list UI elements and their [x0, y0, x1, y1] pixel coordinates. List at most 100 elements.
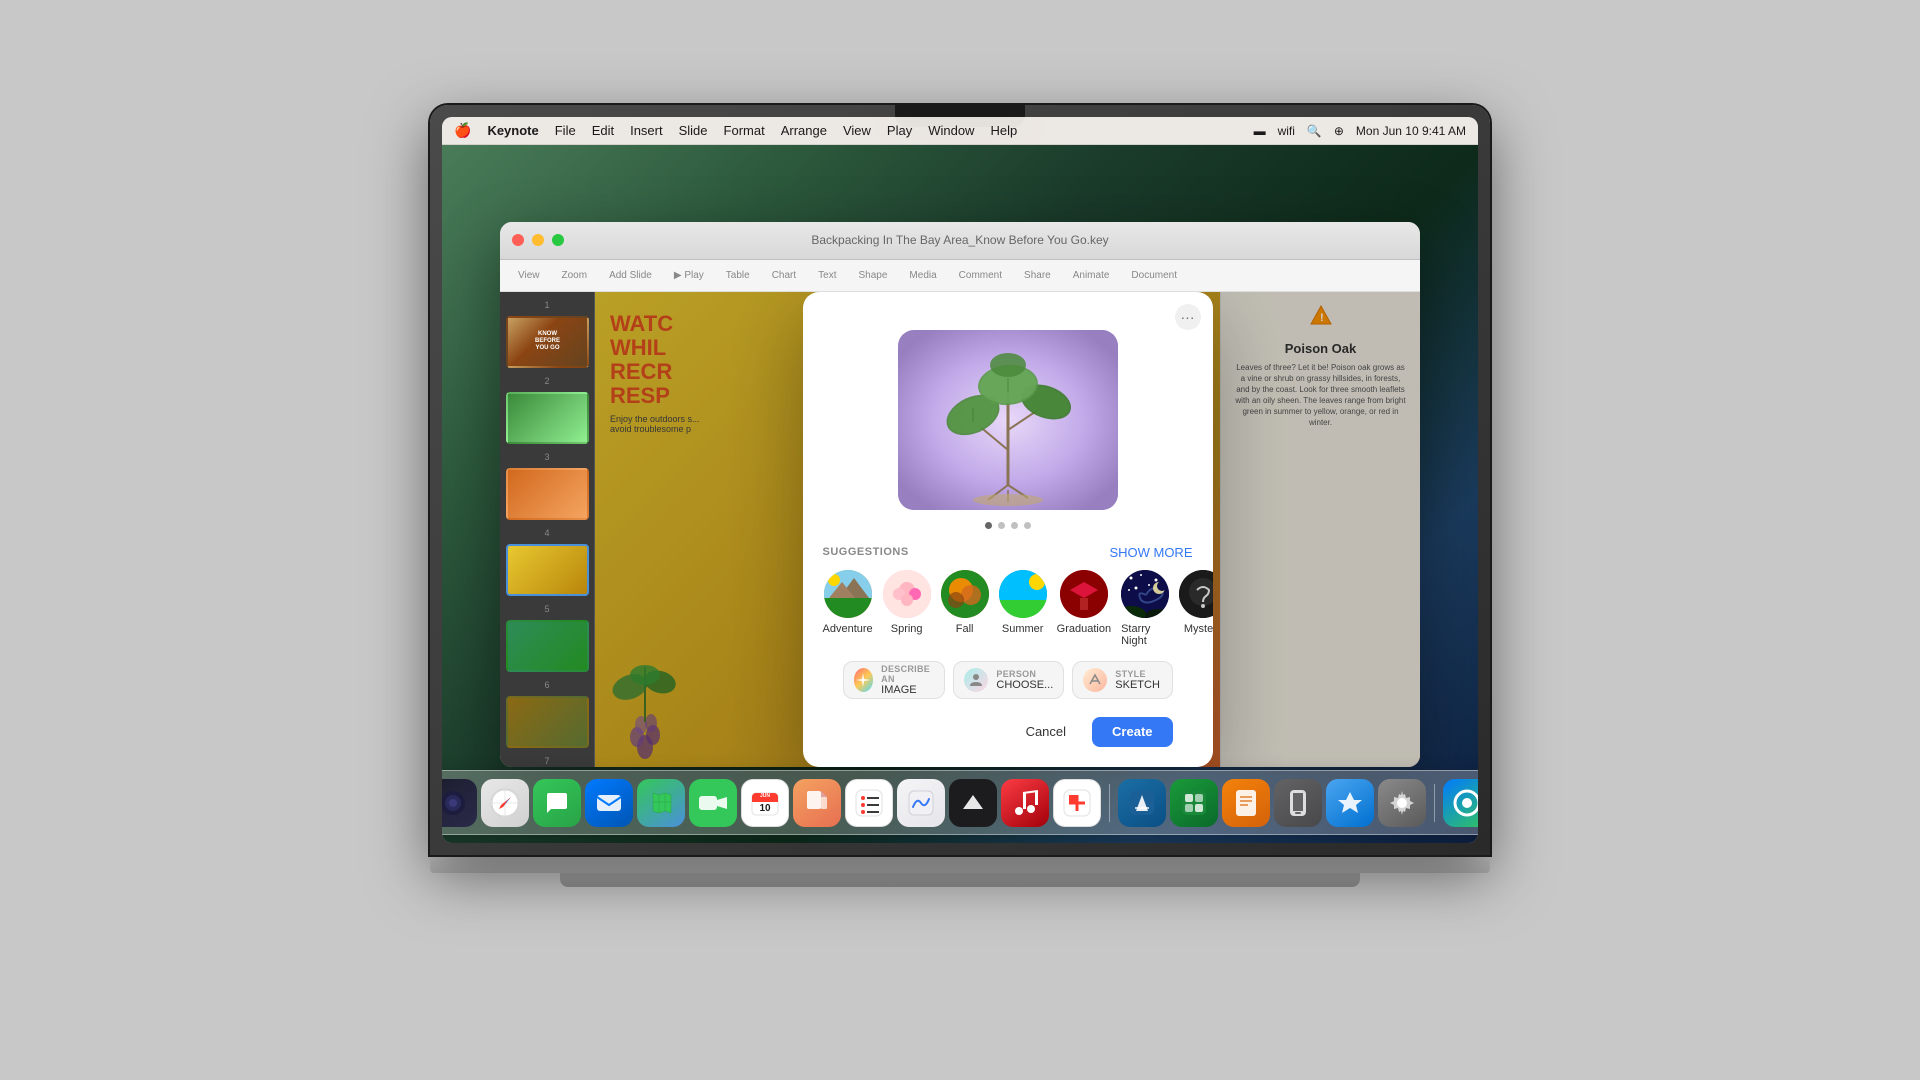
toolbar-table[interactable]: Table [720, 268, 756, 283]
suggestion-graduation[interactable]: Graduation [1057, 570, 1111, 647]
dock-freeform[interactable] [897, 779, 945, 827]
dock-pages[interactable] [1222, 779, 1270, 827]
toolbar-animate[interactable]: Animate [1067, 268, 1116, 283]
dock-launchpad[interactable] [442, 779, 477, 827]
apple-logo-icon[interactable]: 🍎 [454, 122, 471, 139]
carousel-dot-1[interactable] [985, 522, 992, 529]
minimize-button[interactable] [532, 234, 544, 246]
dock-appstore[interactable] [1326, 779, 1374, 827]
menu-bar-right: ▬ wifi 🔍 ⊕ Mon Jun 10 9:41 AM [1254, 124, 1466, 138]
slide-number-6: 6 [506, 680, 588, 690]
toolbar-play[interactable]: ▶ Play [668, 268, 710, 283]
dialog-more-button[interactable]: ··· [1175, 304, 1201, 330]
suggestion-starry-night[interactable]: Starry Night [1121, 570, 1169, 647]
describe-image-option[interactable]: DESCRIBE AN IMAGE [843, 661, 946, 699]
suggestion-spring[interactable]: Spring [883, 570, 931, 647]
dock-separator [1109, 784, 1110, 822]
suggestion-mystery[interactable]: Mystery [1179, 570, 1212, 647]
suggestion-fall-label: Fall [956, 623, 974, 635]
dock-music[interactable] [1001, 779, 1049, 827]
dock-safari[interactable] [481, 779, 529, 827]
suggestion-graduation-label: Graduation [1057, 623, 1111, 635]
slide-thumb-6[interactable] [506, 696, 589, 748]
dock-keka[interactable] [793, 779, 841, 827]
person-option[interactable]: PERSON CHOOSE... [953, 661, 1064, 699]
image-generation-dialog[interactable]: ··· [803, 292, 1213, 767]
dock-news[interactable] [1053, 779, 1101, 827]
cancel-button[interactable]: Cancel [1010, 717, 1082, 747]
menu-file[interactable]: File [555, 123, 576, 138]
style-option[interactable]: STYLE SKETCH [1072, 661, 1172, 699]
window-toolbar: View Zoom Add Slide ▶ Play Table Chart T… [500, 260, 1420, 292]
menu-help[interactable]: Help [990, 123, 1017, 138]
menu-arrange[interactable]: Arrange [781, 123, 827, 138]
menu-window[interactable]: Window [928, 123, 974, 138]
dock-numbers[interactable] [1170, 779, 1218, 827]
dock-facetime[interactable] [689, 779, 737, 827]
dock: JUN 10 [442, 770, 1478, 835]
dock-mail[interactable] [585, 779, 633, 827]
control-center-icon[interactable]: ⊕ [1334, 124, 1344, 138]
suggestion-summer[interactable]: Summer [999, 570, 1047, 647]
toolbar-comment[interactable]: Comment [953, 268, 1008, 283]
menu-play[interactable]: Play [887, 123, 912, 138]
slide-thumb-3[interactable] [506, 468, 589, 520]
suggestion-mystery-label: Mystery [1184, 623, 1213, 635]
dock-reminders[interactable] [845, 779, 893, 827]
toolbar-share[interactable]: Share [1018, 268, 1057, 283]
toolbar-media[interactable]: Media [903, 268, 942, 283]
slide-thumb-2[interactable] [506, 392, 589, 444]
dialog-image-area [803, 330, 1213, 522]
toolbar-chart[interactable]: Chart [766, 268, 802, 283]
dock-appletv[interactable] [949, 779, 997, 827]
carousel-dot-3[interactable] [1011, 522, 1018, 529]
menu-format[interactable]: Format [724, 123, 765, 138]
person-icon [964, 668, 988, 692]
fullscreen-button[interactable] [552, 234, 564, 246]
toolbar-zoom[interactable]: Zoom [556, 268, 594, 283]
slide-thumb-4[interactable] [506, 544, 589, 596]
style-icon [1083, 668, 1107, 692]
image-value: IMAGE [881, 684, 934, 696]
dock-maps[interactable] [637, 779, 685, 827]
suggestion-mystery-icon [1179, 570, 1212, 618]
dock-messages[interactable] [533, 779, 581, 827]
search-icon[interactable]: 🔍 [1307, 124, 1322, 138]
create-button[interactable]: Create [1092, 717, 1172, 747]
suggestion-adventure-icon [824, 570, 872, 618]
suggestion-graduation-icon [1060, 570, 1108, 618]
menu-edit[interactable]: Edit [592, 123, 614, 138]
macbook-bottom [430, 855, 1490, 873]
person-label: PERSON [996, 669, 1053, 679]
toolbar-view[interactable]: View [512, 268, 546, 283]
close-button[interactable] [512, 234, 524, 246]
show-more-button[interactable]: SHOW MORE [1109, 545, 1192, 560]
dock-calendar[interactable]: JUN 10 [741, 779, 789, 827]
suggestion-fall-icon [941, 570, 989, 618]
slides-panel: 1 KNOWBEFOREYOU GO 2 3 4 5 [500, 292, 595, 767]
menu-bar-left: 🍎 Keynote File Edit Insert Slide Format … [454, 122, 1017, 139]
dock-clone[interactable] [1443, 779, 1478, 827]
menu-slide[interactable]: Slide [679, 123, 708, 138]
toolbar-text[interactable]: Text [812, 268, 842, 283]
menu-insert[interactable]: Insert [630, 123, 663, 138]
slide-number-1: 1 [506, 300, 588, 310]
toolbar-shape[interactable]: Shape [853, 268, 894, 283]
carousel-dot-4[interactable] [1024, 522, 1031, 529]
dock-keynote[interactable] [1118, 779, 1166, 827]
menu-app-name[interactable]: Keynote [487, 123, 538, 138]
dock-mirroring[interactable] [1274, 779, 1322, 827]
toolbar-add-slide[interactable]: Add Slide [603, 268, 658, 283]
toolbar-document[interactable]: Document [1125, 268, 1183, 283]
slide-thumb-5[interactable] [506, 620, 589, 672]
suggestion-adventure[interactable]: Adventure [823, 570, 873, 647]
keynote-content: 1 KNOWBEFOREYOU GO 2 3 4 5 [500, 292, 1420, 767]
suggestions-header: SUGGESTIONS SHOW MORE [823, 545, 1193, 560]
carousel-dot-2[interactable] [998, 522, 1005, 529]
suggestions-section: SUGGESTIONS SHOW MORE [803, 545, 1213, 747]
suggestions-label: SUGGESTIONS [823, 546, 909, 558]
suggestion-fall[interactable]: Fall [941, 570, 989, 647]
slide-thumb-1[interactable]: KNOWBEFOREYOU GO [506, 316, 589, 368]
menu-view[interactable]: View [843, 123, 871, 138]
dock-settings[interactable] [1378, 779, 1426, 827]
